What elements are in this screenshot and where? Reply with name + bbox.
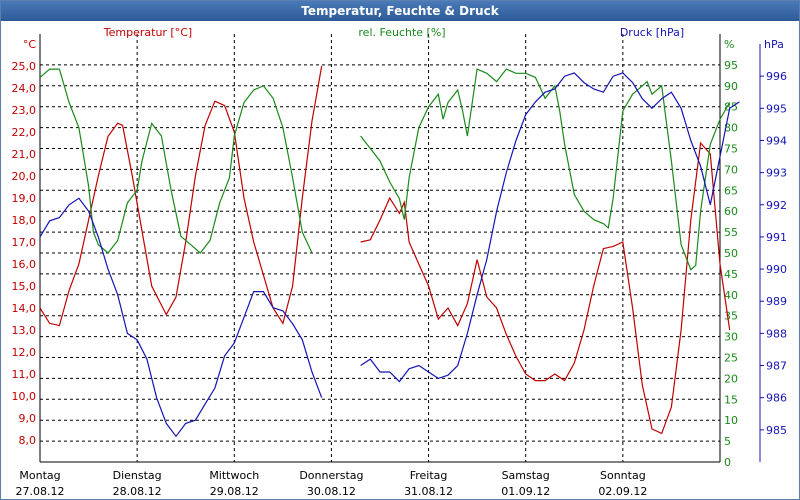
humidity-tick-label: 95 (724, 59, 738, 72)
weather-chart: 8,0 9,0 10,0 11,0 12,0 13,0 14,0 15,0 16,0 17,0 18… (12, 26, 788, 498)
pressure-tick-label: 993 (766, 167, 787, 180)
pressure-tick-label: 988 (766, 327, 787, 340)
temperature-tick-label: 19,0 (12, 192, 37, 205)
humidity-tick-label: 65 (724, 184, 738, 197)
pressure-tick-label: 986 (766, 392, 787, 405)
pressure-tick-label: 992 (766, 199, 787, 212)
temperature-tick-label: 12,0 (12, 346, 37, 359)
humidity-tick-label: 20 (724, 372, 738, 385)
x-tick-date-label: 30.08.12 (307, 485, 356, 498)
x-tick-date-label: 29.08.12 (210, 485, 259, 498)
pressure-tick-label: 994 (766, 134, 787, 147)
temperature-series-label: Temperatur [°C] (103, 26, 192, 39)
temperature-tick-label: 10,0 (12, 390, 37, 403)
temperature-tick-label: 24,0 (12, 82, 37, 95)
humidity-series-label: rel. Feuchte [%] (358, 26, 445, 39)
x-tick-day-label: Dienstag (113, 469, 162, 482)
humidity-unit-label: % (724, 38, 734, 51)
temperature-tick-label: 18,0 (12, 214, 37, 227)
x-tick-date-label: 28.08.12 (113, 485, 162, 498)
temperature-tick-label: 21,0 (12, 148, 37, 161)
humidity-series-line (39, 68, 313, 254)
temperature-tick-label: 11,0 (12, 368, 37, 381)
humidity-tick-label: 55 (724, 226, 738, 239)
humidity-tick-label: 0 (724, 456, 731, 469)
humidity-tick-label: 60 (724, 205, 738, 218)
pressure-tick-label: 985 (766, 424, 787, 437)
humidity-tick-label: 45 (724, 268, 738, 281)
x-tick-day-label: Samstag (502, 469, 550, 482)
x-tick-date-label: 01.09.12 (501, 485, 550, 498)
humidity-tick-label: 25 (724, 352, 738, 365)
temperature-tick-label: 17,0 (12, 236, 37, 249)
pressure-tick-label: 995 (766, 102, 787, 115)
humidity-tick-label: 70 (724, 163, 738, 176)
pressure-series-label: Druck [hPa] (620, 26, 684, 39)
x-tick-day-label: Sonntag (600, 469, 646, 482)
pressure-tick-label: 991 (766, 231, 787, 244)
pressure-tick-label: 996 (766, 70, 787, 83)
pressure-tick-label: 989 (766, 295, 787, 308)
x-tick-date-label: 27.08.12 (16, 485, 65, 498)
humidity-tick-label: 15 (724, 393, 738, 406)
humidity-tick-label: 35 (724, 310, 738, 323)
humidity-tick-label: 30 (724, 331, 738, 344)
temperature-tick-label: 25,0 (12, 60, 37, 73)
x-tick-day-label: Mittwoch (209, 469, 259, 482)
pressure-tick-label: 990 (766, 263, 787, 276)
pressure-tick-label: 987 (766, 360, 787, 373)
temperature-tick-label: 23,0 (12, 104, 37, 117)
x-tick-date-label: 31.08.12 (404, 485, 453, 498)
temperature-tick-label: 8,0 (19, 434, 37, 447)
humidity-tick-label: 90 (724, 80, 738, 93)
humidity-tick-label: 10 (724, 414, 738, 427)
humidity-tick-label: 50 (724, 247, 738, 260)
temperature-tick-label: 9,0 (19, 412, 37, 425)
temperature-tick-label: 13,0 (12, 324, 37, 337)
humidity-tick-label: 5 (724, 435, 731, 448)
temperature-tick-label: 20,0 (12, 170, 37, 183)
pressure-series-line (360, 72, 740, 383)
humidity-tick-label: 75 (724, 143, 738, 156)
pressure-unit-label: hPa (764, 38, 784, 51)
x-tick-day-label: Donnerstag (299, 469, 363, 482)
x-tick-day-label: Freitag (410, 469, 448, 482)
temperature-tick-label: 14,0 (12, 302, 37, 315)
x-tick-date-label: 02.09.12 (598, 485, 647, 498)
humidity-tick-label: 40 (724, 289, 738, 302)
temperature-tick-label: 16,0 (12, 258, 37, 271)
temperature-tick-label: 22,0 (12, 126, 37, 139)
temperature-series-line (39, 65, 323, 327)
temperature-tick-label: 15,0 (12, 280, 37, 293)
temperature-unit-label: °C (23, 38, 37, 51)
x-tick-day-label: Montag (19, 469, 60, 482)
